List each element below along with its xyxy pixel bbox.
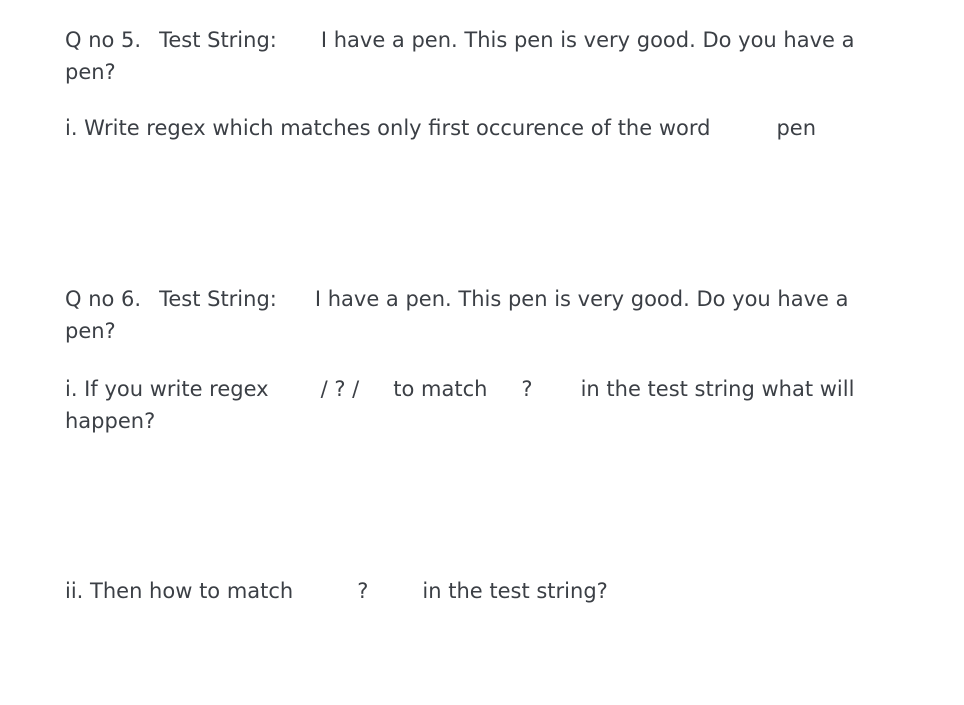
question-6-number: Q no 6. [65, 287, 142, 311]
question-6-part-i-middle: to match [393, 377, 488, 401]
question-6-part-i-regex: / ? / [320, 377, 360, 401]
question-6-part-ii-suffix: in the test string? [422, 579, 608, 603]
question-6-part-ii: ii. Then how to match? in the test string… [65, 575, 855, 607]
question-6-part-ii-symbol: ? [357, 579, 369, 603]
question-5-part-i: i. Write regex which matches only first … [65, 112, 855, 144]
question-6-part-i-prefix: i. If you write regex [65, 377, 269, 401]
question-6-part-i-symbol: ? [521, 377, 533, 401]
question-6: Q no 6. Test String: I have a pen. This pe… [65, 283, 855, 347]
question-5-part-i-word: pen [776, 116, 817, 140]
question-5: Q no 5. Test String: I have a pen. This pe… [65, 24, 855, 88]
question-5-part-i-prefix: i. Write regex which matches only first … [65, 116, 711, 140]
question-5-test-label: Test String: [159, 28, 277, 52]
question-5-number: Q no 5. [65, 28, 142, 52]
question-6-test-label: Test String: [159, 287, 277, 311]
question-6-part-ii-prefix: ii. Then how to match [65, 579, 294, 603]
question-6-part-i: i. If you write regex / ? / to match? in th… [65, 373, 855, 437]
